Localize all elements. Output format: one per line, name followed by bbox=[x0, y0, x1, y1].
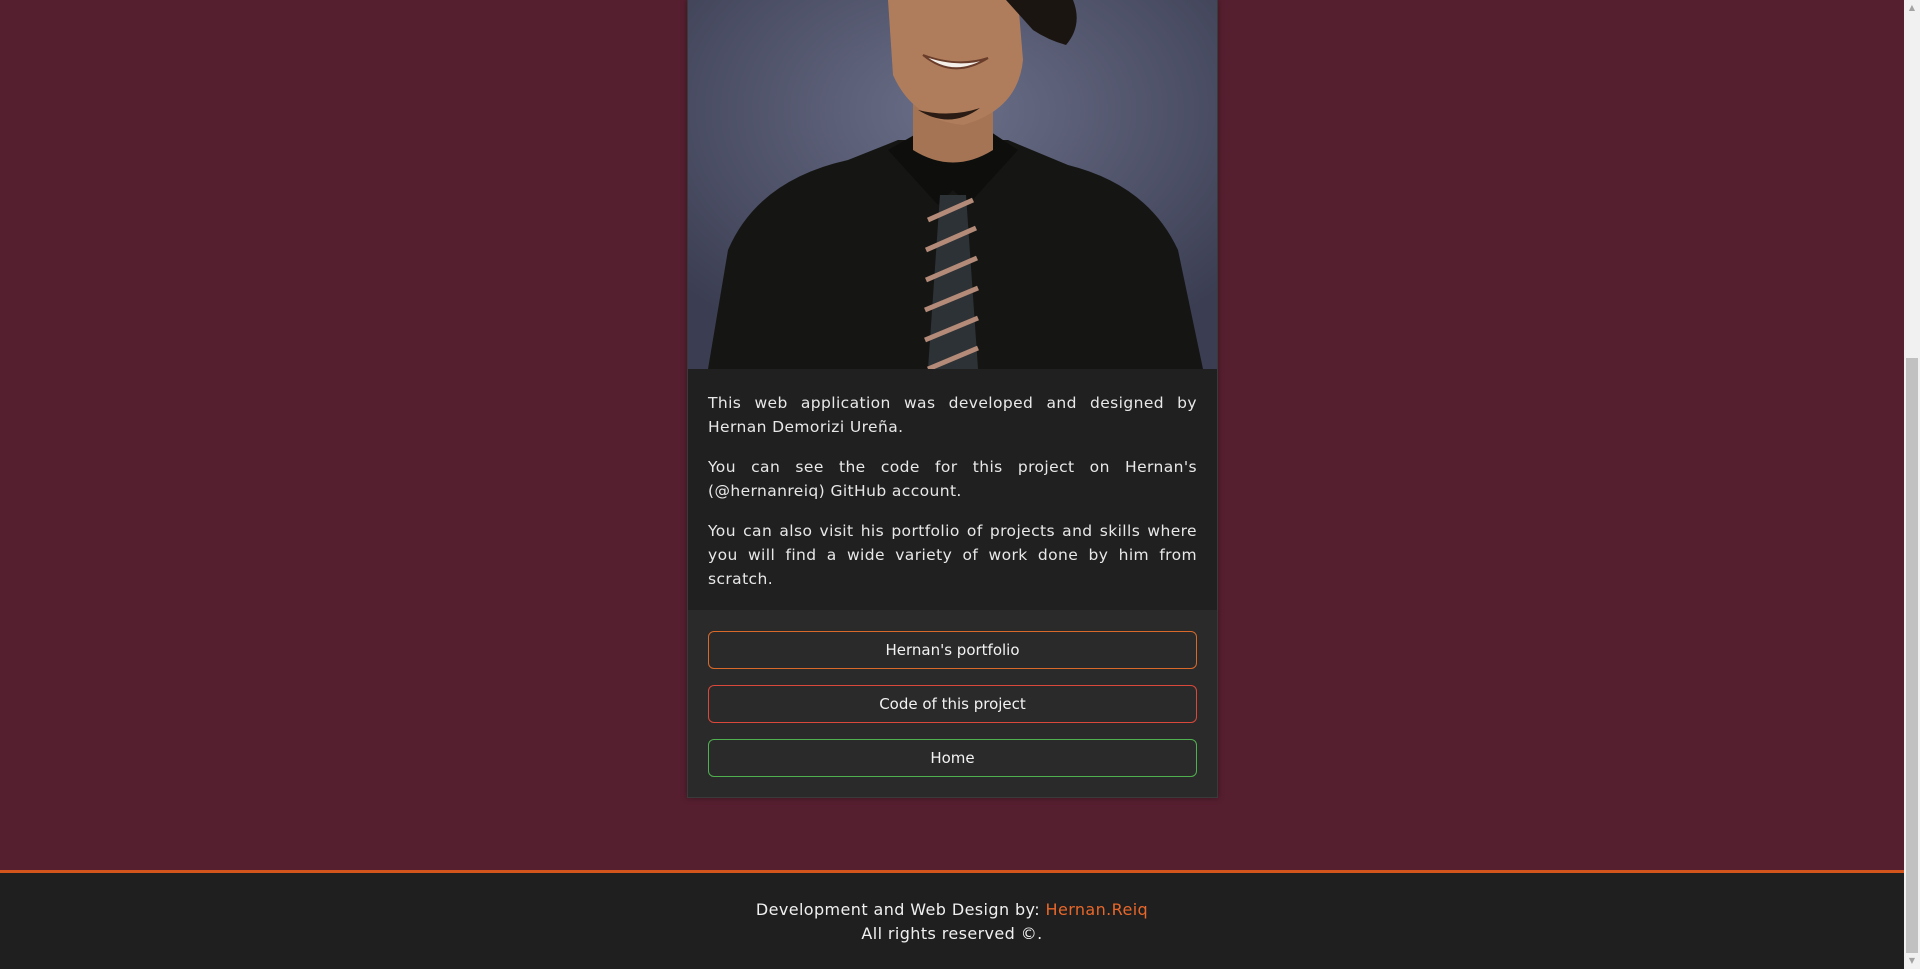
about-card: This web application was developed and d… bbox=[687, 0, 1218, 798]
author-photo-icon bbox=[688, 0, 1217, 369]
scroll-down-arrow-icon[interactable]: ▼ bbox=[1904, 953, 1920, 969]
scrollbar-thumb[interactable] bbox=[1906, 358, 1918, 953]
about-paragraph-portfolio: You can also visit his portfolio of proj… bbox=[708, 522, 1197, 588]
footer-credit-prefix: Development and Web Design by: bbox=[755, 900, 1046, 919]
vertical-scrollbar[interactable]: ▲ ▼ bbox=[1904, 0, 1920, 969]
author-photo bbox=[688, 0, 1217, 369]
home-button[interactable]: Home bbox=[708, 739, 1197, 777]
portfolio-button[interactable]: Hernan's portfolio bbox=[708, 631, 1197, 669]
page: This web application was developed and d… bbox=[0, 0, 1904, 969]
about-paragraph-developer: This web application was developed and d… bbox=[708, 394, 1197, 436]
footer-rights: All rights reserved ©. bbox=[861, 924, 1043, 943]
about-description: This web application was developed and d… bbox=[688, 369, 1217, 610]
footer-credit: Development and Web Design by: Hernan.Re… bbox=[0, 898, 1904, 922]
project-code-button[interactable]: Code of this project bbox=[708, 685, 1197, 723]
footer: Development and Web Design by: Hernan.Re… bbox=[0, 870, 1904, 969]
action-buttons: Hernan's portfolio Code of this project … bbox=[708, 631, 1197, 793]
about-paragraph-code: You can see the code for this project on… bbox=[708, 458, 1197, 500]
scroll-up-arrow-icon[interactable]: ▲ bbox=[1904, 0, 1920, 16]
footer-brand-link[interactable]: Hernan.Reiq bbox=[1046, 900, 1149, 919]
